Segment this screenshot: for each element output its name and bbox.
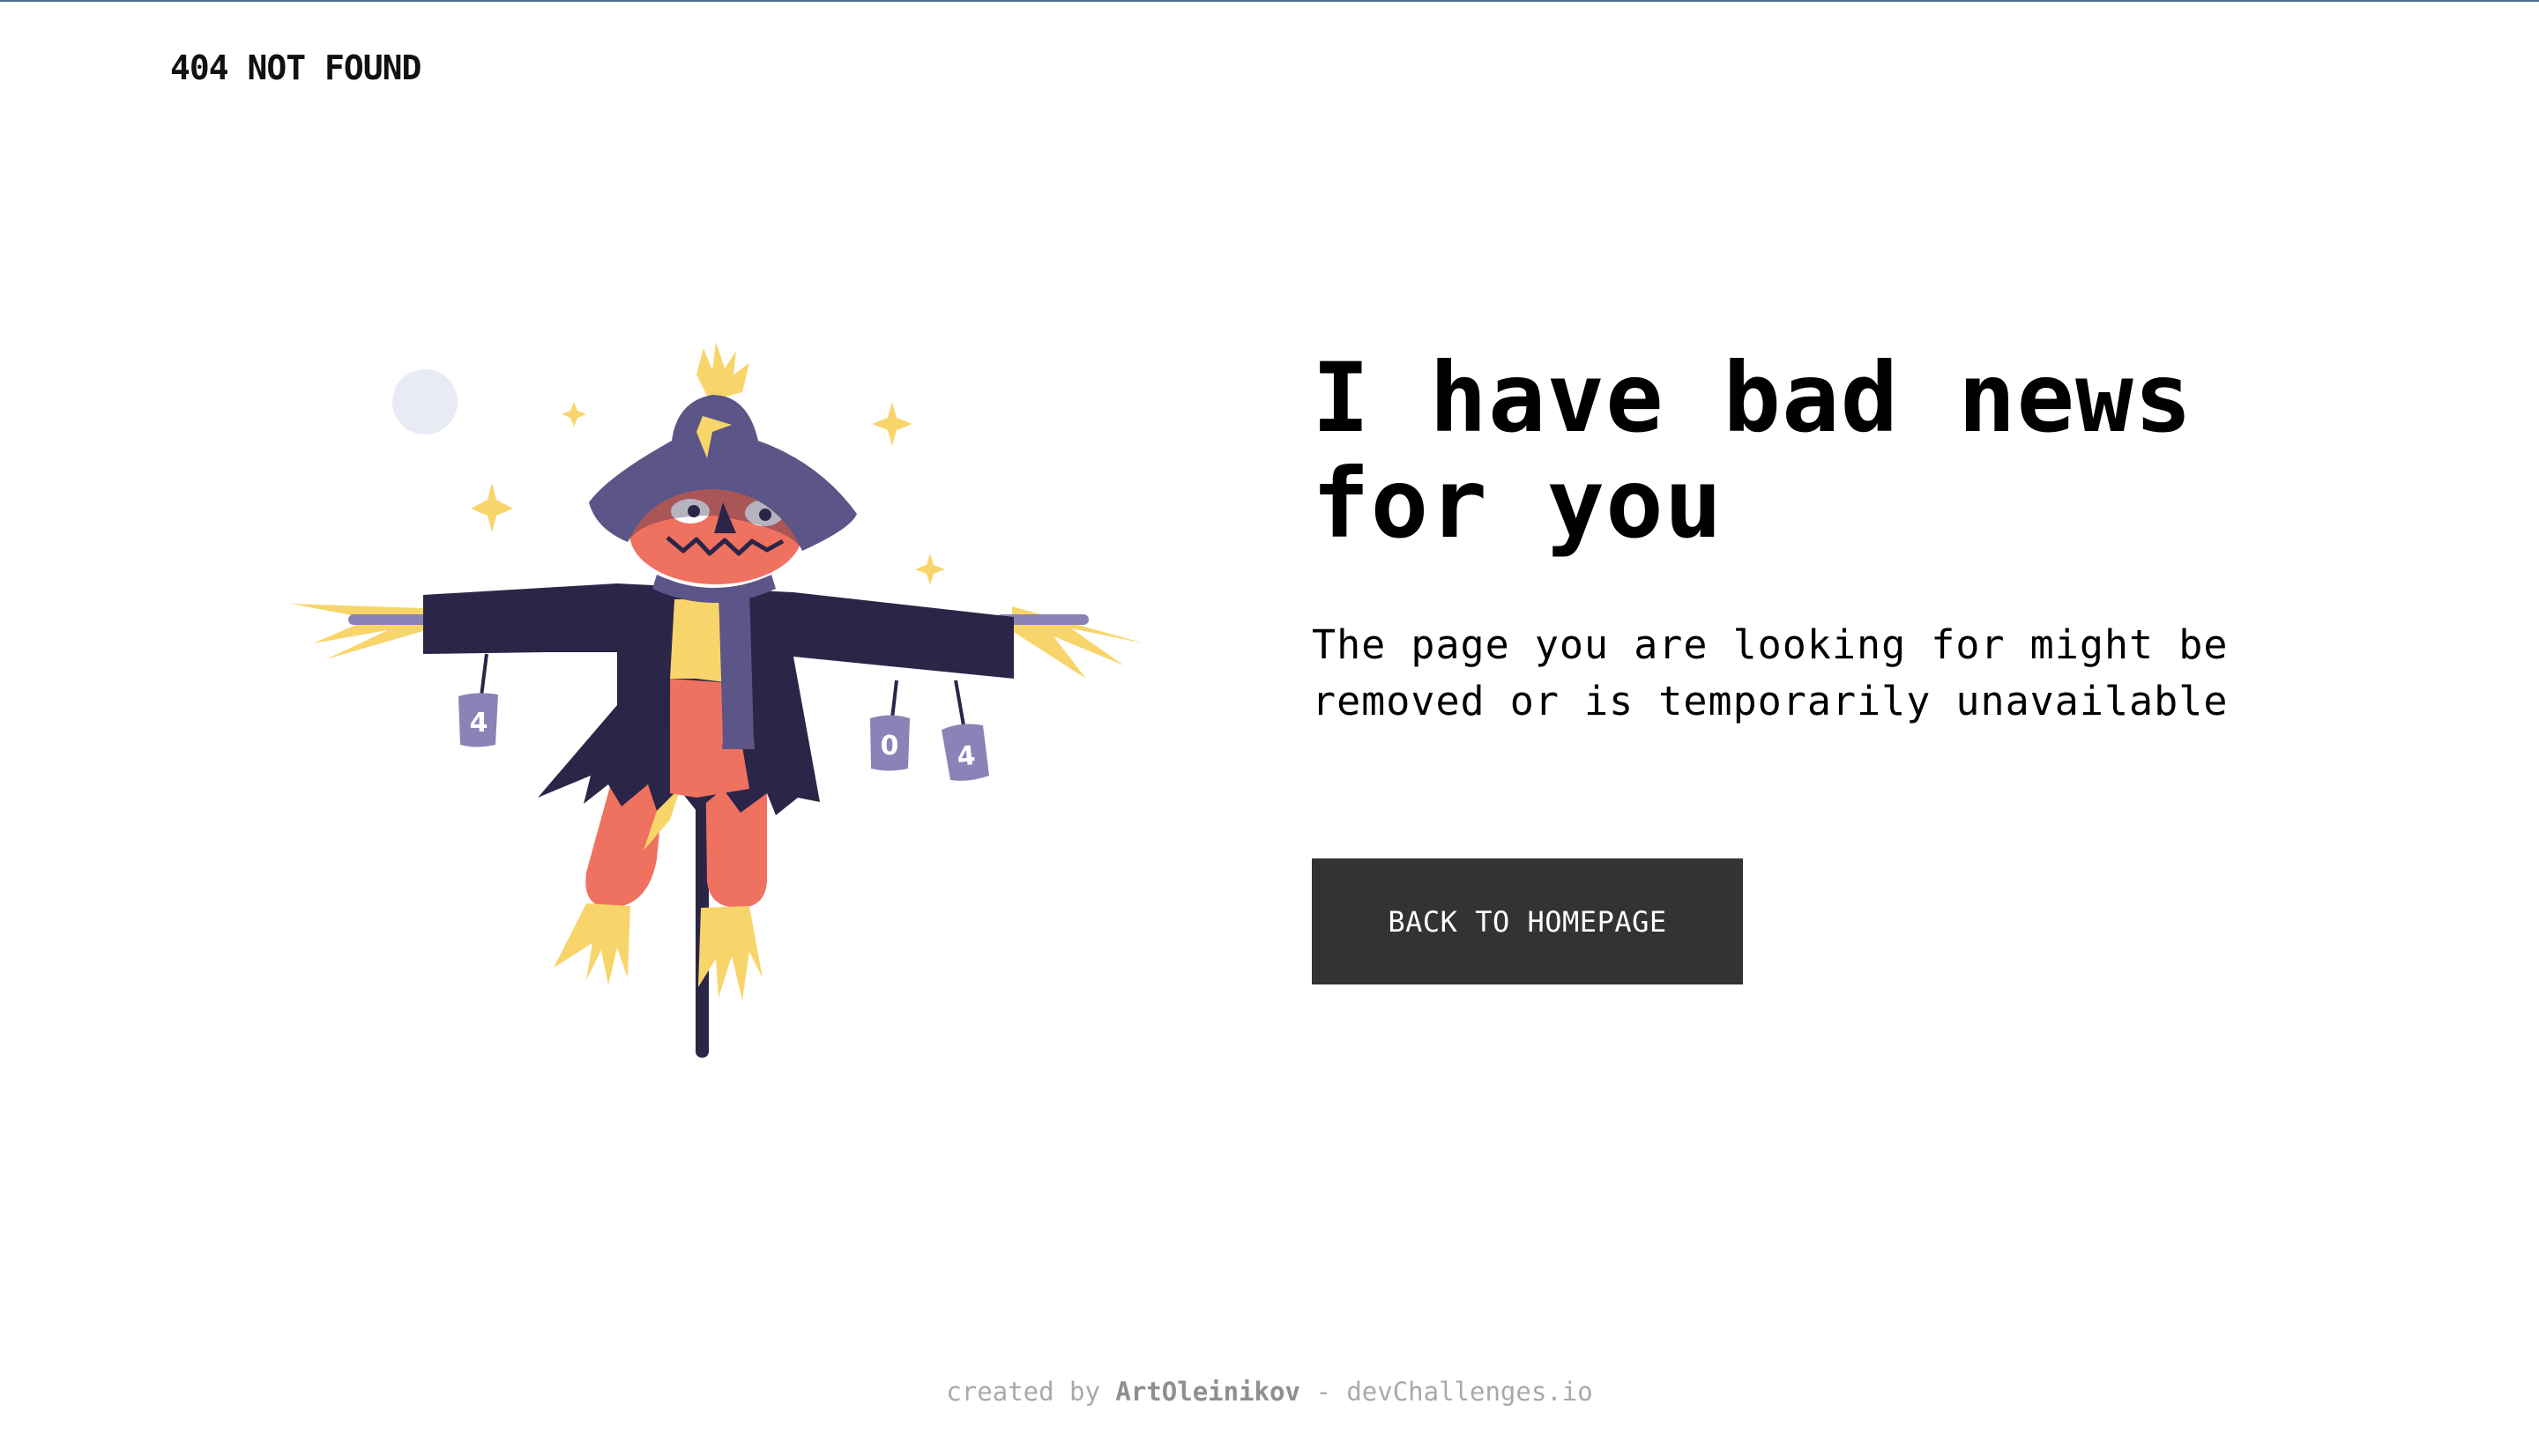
can-digit: 4 [470, 708, 488, 739]
footer-credit: created by ArtOleinikov - devChallenges.… [0, 1377, 2539, 1407]
footer-separator: - [1315, 1377, 1331, 1407]
can-digit: 4 [956, 740, 977, 773]
scarecrow-illustration: 4 0 4 [291, 342, 1144, 1058]
author-link[interactable]: ArtOleinikov [1115, 1377, 1300, 1407]
moon-icon [392, 369, 458, 435]
scarecrow-coat [423, 575, 1014, 815]
footer-prefix: created by [946, 1377, 1100, 1407]
site-link[interactable]: devChallenges.io [1346, 1377, 1592, 1407]
site-title: 404 NOT FOUND [170, 48, 421, 87]
back-to-homepage-button[interactable]: BACK TO HOMEPAGE [1312, 858, 1743, 984]
error-description: The page you are looking for might be re… [1312, 621, 2229, 724]
top-border [0, 0, 2539, 2]
page-headline: I have bad news for you [1312, 342, 2193, 560]
can-digit: 0 [881, 731, 899, 761]
